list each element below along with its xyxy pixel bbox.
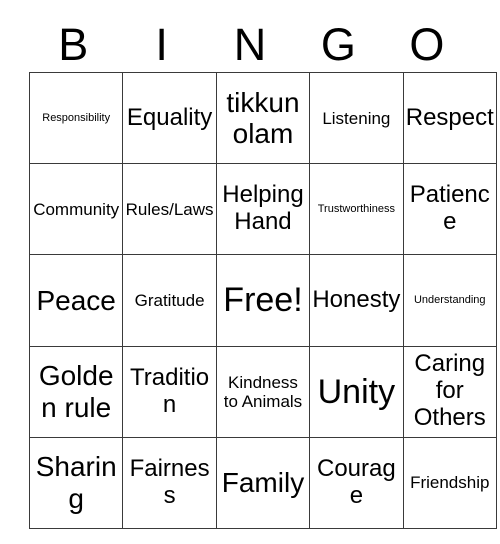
bingo-cell-label: Courage bbox=[317, 454, 396, 509]
bingo-cell[interactable]: Fairness bbox=[122, 436, 217, 529]
bingo-cell-label: Community bbox=[33, 199, 120, 219]
bingo-cell-label: Sharing bbox=[35, 451, 117, 514]
bingo-cell[interactable]: Courage bbox=[309, 436, 404, 529]
bingo-grid: Responsibility Equality tikkun olam List… bbox=[28, 71, 497, 529]
bingo-cell-label: Peace bbox=[36, 284, 116, 316]
bingo-row: Peace Gratitude Free! Honesty Understand… bbox=[28, 254, 497, 347]
bingo-cell[interactable]: Kindness to Animals bbox=[215, 345, 311, 438]
bingo-cell-label: Equality bbox=[126, 103, 213, 131]
bingo-cell-label: tikkun olam bbox=[226, 86, 300, 150]
bingo-header-row: B I N G O bbox=[29, 16, 471, 72]
bingo-cell-free[interactable]: Free! bbox=[215, 254, 311, 347]
bingo-row: Community Rules/Laws Helping Hand Trustw… bbox=[28, 163, 497, 256]
bingo-cell-label: Family bbox=[221, 467, 305, 499]
bingo-cell-label: Rules/Laws bbox=[125, 199, 214, 219]
bingo-row: Golden rule Tradition Kindness to Animal… bbox=[28, 345, 497, 438]
bingo-cell-label: Gratitude bbox=[134, 290, 205, 310]
bingo-cell[interactable]: Listening bbox=[309, 71, 404, 165]
bingo-row: Responsibility Equality tikkun olam List… bbox=[28, 71, 497, 165]
bingo-cell[interactable]: Family bbox=[215, 436, 311, 529]
bingo-cell[interactable]: Respect bbox=[402, 71, 497, 165]
bingo-row: Sharing Fairness Family Courage Friendsh… bbox=[28, 436, 497, 529]
bingo-cell-label: Understanding bbox=[413, 294, 486, 307]
bingo-cell[interactable]: Community bbox=[28, 163, 124, 256]
bingo-cell-label: Tradition bbox=[130, 363, 210, 418]
bingo-cell[interactable]: Responsibility bbox=[28, 71, 124, 165]
bingo-header-letter-i: I bbox=[155, 18, 168, 70]
bingo-cell[interactable]: Trustworthiness bbox=[309, 163, 404, 256]
bingo-cell-label: Responsibility bbox=[42, 111, 111, 124]
bingo-cell[interactable]: Understanding bbox=[402, 254, 497, 347]
bingo-cell-label: Trustworthiness bbox=[317, 203, 395, 216]
bingo-cell[interactable]: Rules/Laws bbox=[122, 163, 217, 256]
bingo-cell-label: Caring for Others bbox=[413, 350, 486, 432]
bingo-cell-label: Kindness to Animals bbox=[223, 372, 303, 411]
bingo-header-letter-o: O bbox=[409, 18, 445, 70]
bingo-cell[interactable]: Helping Hand bbox=[215, 163, 311, 256]
bingo-cell[interactable]: Friendship bbox=[402, 436, 497, 529]
bingo-cell[interactable]: Caring for Others bbox=[402, 345, 497, 438]
bingo-cell-label: Unity bbox=[317, 372, 396, 411]
bingo-cell-label: Golden rule bbox=[38, 360, 114, 423]
bingo-cell[interactable]: Unity bbox=[309, 345, 404, 438]
bingo-header-letter-b: B bbox=[58, 18, 89, 70]
bingo-cell[interactable]: Tradition bbox=[122, 345, 217, 438]
bingo-cell-label: Respect bbox=[405, 103, 494, 131]
bingo-cell-label: Helping Hand bbox=[222, 181, 304, 236]
bingo-cell-label: Patience bbox=[409, 181, 490, 236]
bingo-cell-label: Free! bbox=[223, 281, 303, 320]
bingo-card: B I N G O Responsibility Equality tikkun… bbox=[28, 16, 497, 529]
bingo-cell[interactable]: Equality bbox=[122, 71, 217, 165]
bingo-cell[interactable]: tikkun olam bbox=[215, 71, 311, 165]
bingo-cell-label: Listening bbox=[322, 108, 391, 128]
bingo-cell[interactable]: Peace bbox=[28, 254, 124, 347]
bingo-cell-label: Friendship bbox=[410, 473, 490, 493]
bingo-cell[interactable]: Sharing bbox=[28, 436, 124, 529]
bingo-header-letter-g: G bbox=[320, 18, 356, 70]
bingo-cell[interactable]: Honesty bbox=[309, 254, 404, 347]
bingo-cell[interactable]: Golden rule bbox=[28, 345, 124, 438]
bingo-header-letter-n: N bbox=[233, 18, 267, 70]
bingo-cell[interactable]: Gratitude bbox=[122, 254, 217, 347]
bingo-cell-label: Fairness bbox=[129, 454, 210, 509]
bingo-cell-label: Honesty bbox=[312, 286, 401, 314]
bingo-cell[interactable]: Patience bbox=[402, 163, 497, 256]
